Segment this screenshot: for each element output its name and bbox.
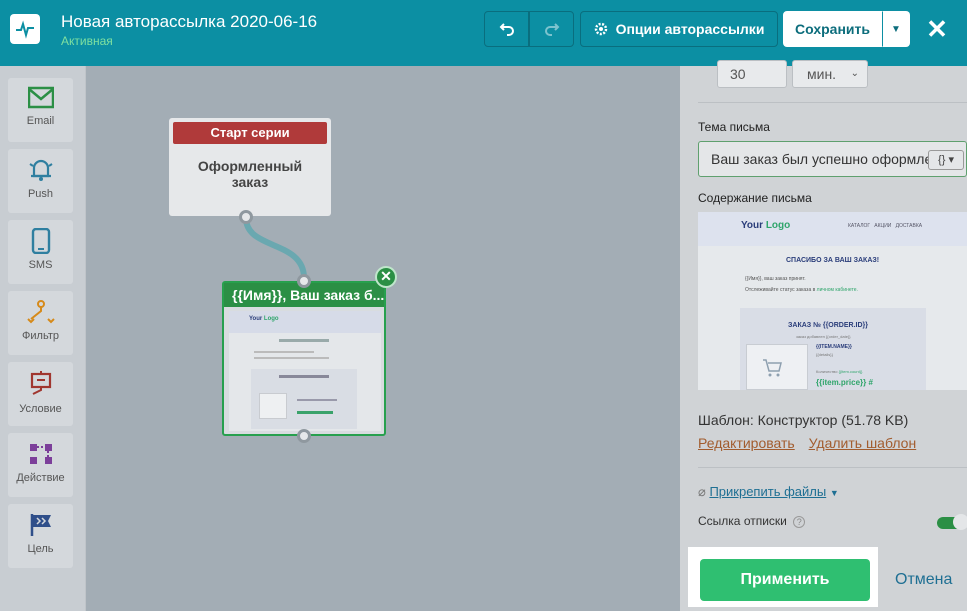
unsubscribe-toggle[interactable] [937,514,967,530]
unsubscribe-label: Ссылка отписки ? [698,514,806,528]
preview-item-meta: {{details}} [816,352,833,357]
apply-button[interactable]: Применить [700,559,870,601]
delay-value-input[interactable]: 30 [717,60,787,88]
preview-nav: КАТАЛОГ АКЦИИ ДОСТАВКА [848,223,923,229]
start-node[interactable]: Старт серии Оформленный заказ [169,118,331,216]
help-icon[interactable]: ? [793,516,806,528]
email-node-input-port[interactable] [297,274,311,288]
email-node-thumbnail: Your Logo [229,311,381,431]
insert-variable-button[interactable]: {} ▾ [928,150,964,170]
template-info: Шаблон: Конструктор (51.78 KB) [698,412,909,428]
divider [698,102,967,103]
divider [698,467,967,468]
subject-value: Ваш заказ был успешно оформлен [711,151,940,167]
thumb-logo: Your Logo [249,316,279,322]
cancel-button[interactable]: Отмена [895,571,952,589]
start-node-title: Старт серии [173,122,327,144]
preview-item-name: {{ITEM.NAME}} [816,344,852,350]
delay-unit-select[interactable]: мин. ⌄ [792,60,868,88]
panel-footer: Применить Отмена [680,547,967,611]
delete-node-icon[interactable]: ✕ [375,266,397,288]
delete-template-link[interactable]: Удалить шаблон [809,435,917,451]
edit-template-link[interactable]: Редактировать [698,435,795,451]
preview-order-sub: заказ добавлен {{order_date}} [796,334,851,339]
paperclip-icon: ⌀ [698,484,706,499]
settings-panel: 30 мин. ⌄ Тема письма Ваш заказ был успе… [680,60,967,611]
email-node-output-port[interactable] [297,429,311,443]
attach-files-button[interactable]: ⌀ Прикрепить файлы ▼ [698,484,839,500]
start-node-output-port[interactable] [239,210,253,224]
email-preview[interactable]: Your Logo КАТАЛОГ АКЦИИ ДОСТАВКА СПАСИБО… [698,212,967,390]
chevron-down-icon: ⌄ [850,68,859,79]
preview-heading: СПАСИБО ЗА ВАШ ЗАКАЗ! [786,257,880,264]
content-label: Содержание письма [698,191,812,205]
preview-price: {{item.price}} # [816,378,873,387]
delay-unit-value: мин. [807,66,837,82]
chevron-down-icon: ▼ [829,488,839,498]
apply-button-highlight: Применить [688,547,878,607]
subject-label: Тема письма [698,120,770,134]
preview-qty: Количество {{item.count}} [816,369,863,374]
start-node-body: Оформленный заказ [197,158,303,190]
preview-order-title: ЗАКАЗ № {{ORDER.ID}} [788,322,868,329]
cart-icon [763,359,782,377]
template-links: Редактировать Удалить шаблон [698,435,926,451]
subject-input[interactable]: Ваш заказ был успешно оформлен {} ▾ [698,141,967,177]
preview-line1: {{Имя}}, ваш заказ принят. [745,276,806,282]
preview-line2: Отслеживайте статус заказа в личном каби… [745,287,858,293]
preview-logo: Your Logo [741,220,791,231]
email-node[interactable]: {{Имя}}, Ваш заказ б... Your Logo [222,281,386,436]
